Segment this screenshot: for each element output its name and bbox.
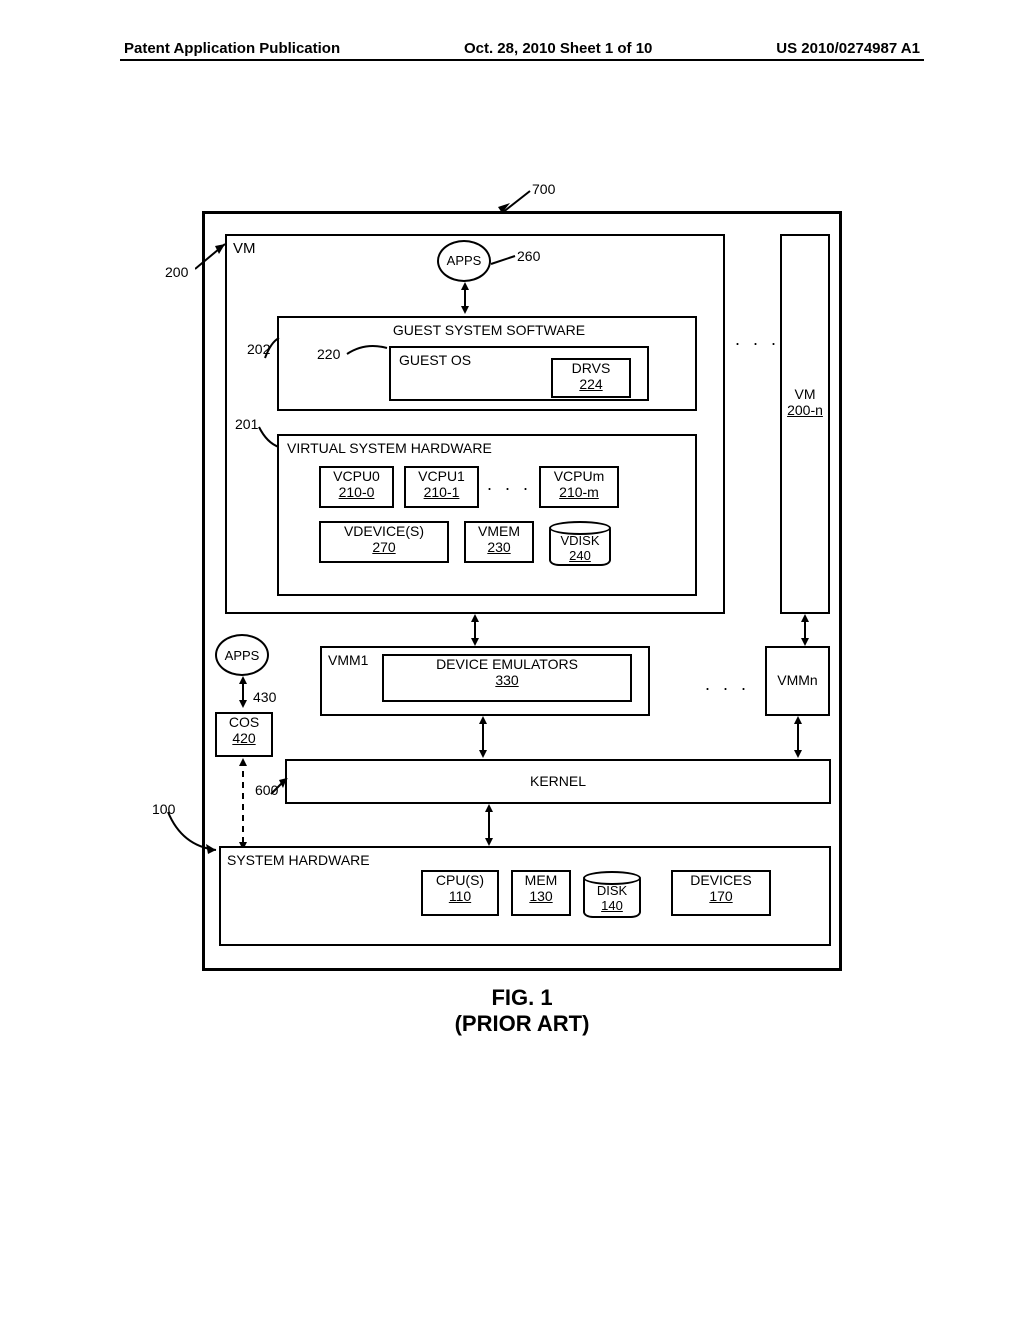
gos-label: GUEST OS xyxy=(399,352,471,368)
guest-os: GUEST OS DRVS 224 xyxy=(389,346,649,401)
header-left: Patent Application Publication xyxy=(124,40,340,57)
vcpum-b: 210-m xyxy=(559,484,599,500)
arrow-vmmn-kernel xyxy=(790,714,810,764)
vmmn-label: VMMn xyxy=(777,672,817,688)
vdisk-b: 240 xyxy=(569,548,591,563)
vm-label: VM xyxy=(233,240,256,257)
header-mid: Oct. 28, 2010 Sheet 1 of 10 xyxy=(464,40,652,57)
arrow-cos-hw xyxy=(235,756,255,856)
vdisk: VDISK 240 xyxy=(549,524,611,566)
cos: COS 420 xyxy=(215,712,273,757)
cpu-b: 110 xyxy=(449,888,471,904)
ref-430: 430 xyxy=(253,689,276,705)
ref-200: 200 xyxy=(165,264,188,280)
page: Patent Application Publication Oct. 28, … xyxy=(0,0,1024,1320)
drvs-b: 224 xyxy=(579,376,602,392)
apps-label: APPS xyxy=(447,254,482,269)
devices: DEVICES 170 xyxy=(671,870,771,916)
dev-b: 170 xyxy=(709,888,732,904)
cpus: CPU(S) 110 xyxy=(421,870,499,916)
vdevices: VDEVICE(S) 270 xyxy=(319,521,449,563)
vcpu1-a: VCPU1 xyxy=(418,468,465,484)
vcpu-ellipsis: . . . xyxy=(487,474,532,495)
vcpum: VCPUm 210-m xyxy=(539,466,619,508)
vdev-a: VDEVICE(S) xyxy=(344,523,424,539)
mem: MEM 130 xyxy=(511,870,571,916)
ref-202: 202 xyxy=(247,341,270,357)
cos-b: 420 xyxy=(232,730,255,746)
vmmn: VMMn xyxy=(765,646,830,716)
disk-a: DISK xyxy=(597,883,627,898)
figure-caption: FIG. 1 (PRIOR ART) xyxy=(202,985,842,1037)
sh-label: SYSTEM HARDWARE xyxy=(227,852,370,868)
device-emulators: DEVICE EMULATORS 330 xyxy=(382,654,632,702)
mem-a: MEM xyxy=(525,872,558,888)
ref-260: 260 xyxy=(517,248,540,264)
virtual-system-hardware: VIRTUAL SYSTEM HARDWARE VCPU0 210-0 VCPU… xyxy=(277,436,697,596)
arrow-kernel-hw xyxy=(481,802,501,852)
vcpu1-b: 210-1 xyxy=(424,484,460,500)
arrow-apps-cos xyxy=(235,674,255,714)
vdev-b: 270 xyxy=(372,539,395,555)
apps-430: APPS xyxy=(215,634,269,676)
de-a: DEVICE EMULATORS xyxy=(436,656,578,672)
disk-b: 140 xyxy=(601,898,623,913)
gss-label: GUEST SYSTEM SOFTWARE xyxy=(359,322,619,338)
caption-line1: FIG. 1 xyxy=(202,985,842,1011)
arrow-apps-gss xyxy=(457,280,477,320)
ref-220: 220 xyxy=(317,346,340,362)
vsh-label: VIRTUAL SYSTEM HARDWARE xyxy=(287,440,492,456)
vmm1: VMM1 DEVICE EMULATORS 330 xyxy=(320,646,650,716)
vcpu1: VCPU1 210-1 xyxy=(404,466,479,508)
system-700: 200 VM APPS 260 xyxy=(202,211,842,971)
vm-box: VM APPS 260 GUEST SYSTEM SOFTWARE xyxy=(225,234,725,614)
de-b: 330 xyxy=(495,672,518,688)
vmem-b: 230 xyxy=(487,539,510,555)
page-header: Patent Application Publication Oct. 28, … xyxy=(120,40,924,61)
vmm1-label: VMM1 xyxy=(328,652,368,668)
guest-system-software: GUEST SYSTEM SOFTWARE GUEST OS DRVS 224 xyxy=(277,316,697,411)
vcpu0-a: VCPU0 xyxy=(333,468,380,484)
dev-a: DEVICES xyxy=(690,872,751,888)
vdisk-a: VDISK xyxy=(560,533,599,548)
drvs-a: DRVS xyxy=(572,360,611,376)
caption-line2: (PRIOR ART) xyxy=(202,1011,842,1037)
ref-600: 600 xyxy=(255,782,278,798)
cos-a: COS xyxy=(229,714,259,730)
apps-430-label: APPS xyxy=(225,648,260,663)
drvs-box: DRVS 224 xyxy=(551,358,631,398)
vcpu0: VCPU0 210-0 xyxy=(319,466,394,508)
mem-b: 130 xyxy=(529,888,552,904)
ref-700: 700 xyxy=(532,181,555,197)
figure-wrapper: 700 200 VM APPS 260 xyxy=(202,211,842,1037)
vmn-a: VM xyxy=(795,386,816,402)
ref-100: 100 xyxy=(152,801,175,817)
system-hardware: SYSTEM HARDWARE CPU(S) 110 MEM 130 DISK … xyxy=(219,846,831,946)
vmem-a: VMEM xyxy=(478,523,520,539)
cpu-a: CPU(S) xyxy=(436,872,484,888)
disk: DISK 140 xyxy=(583,874,641,918)
ref-201: 201 xyxy=(235,416,258,432)
apps-circle: APPS xyxy=(437,240,491,282)
vmem: VMEM 230 xyxy=(464,521,534,563)
kernel: KERNEL xyxy=(285,759,831,804)
arrow-vmm1-kernel xyxy=(475,714,495,764)
vcpu0-b: 210-0 xyxy=(339,484,375,500)
vm-ellipsis: . . . xyxy=(735,329,780,350)
vmm-ellipsis: . . . xyxy=(705,674,750,695)
vmn-b: 200-n xyxy=(787,402,823,418)
header-right: US 2010/0274987 A1 xyxy=(776,40,920,57)
vm-n: VM 200-n xyxy=(780,234,830,614)
vcpum-a: VCPUm xyxy=(554,468,605,484)
kernel-label: KERNEL xyxy=(530,773,586,789)
